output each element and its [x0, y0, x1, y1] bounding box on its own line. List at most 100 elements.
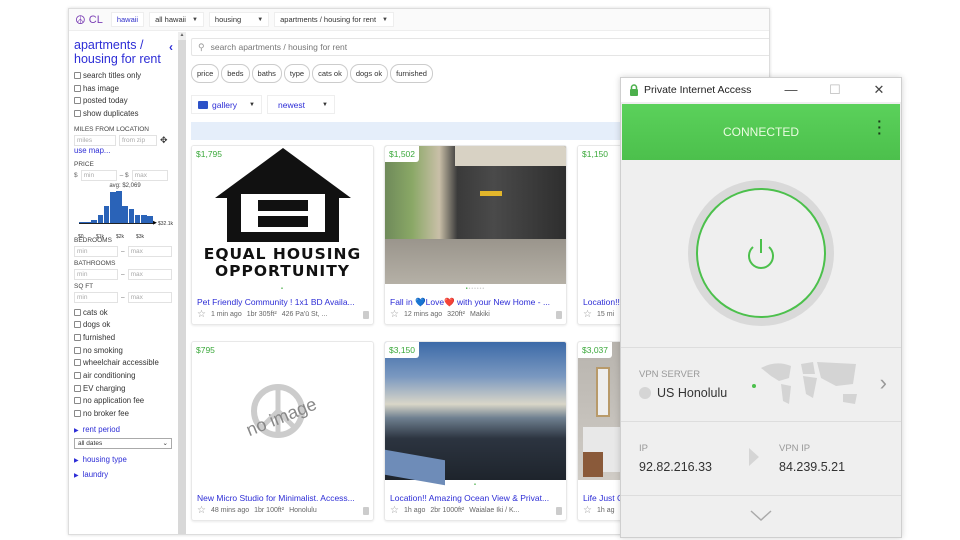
equal-housing-image: EQUAL HOUSING OPPORTUNITY: [192, 146, 373, 284]
breadcrumb-subcategory[interactable]: apartments / housing for rent ▼: [274, 12, 394, 27]
chip-price[interactable]: price: [191, 64, 220, 83]
checkbox[interactable]: [74, 308, 81, 316]
checkbox-wheelchair[interactable]: wheelchair accessible: [74, 357, 172, 370]
star-icon[interactable]: ☆: [390, 505, 399, 516]
caret-down-icon: ▼: [382, 16, 388, 23]
breadcrumb-subarea[interactable]: all hawaii ▼: [149, 12, 204, 27]
sqft-max-input[interactable]: max: [127, 291, 172, 303]
checkbox-ev-charging[interactable]: EV charging: [74, 382, 172, 395]
caret-down-icon: ▼: [249, 101, 255, 108]
star-icon[interactable]: ☆: [583, 505, 592, 516]
chip-type[interactable]: type: [283, 64, 311, 83]
checkbox[interactable]: [74, 410, 81, 418]
sort-dropdown[interactable]: newest ▼: [267, 95, 335, 114]
checkbox-cats-ok[interactable]: cats ok: [74, 306, 172, 319]
checkbox-dogs-ok[interactable]: dogs ok: [74, 318, 172, 331]
breadcrumb-area[interactable]: hawaii: [110, 12, 145, 27]
histogram-max-label: $32.1k: [158, 220, 174, 227]
checkbox-posted-today[interactable]: posted today: [74, 94, 172, 107]
trash-icon[interactable]: [556, 310, 562, 319]
listing-title[interactable]: Pet Friendly Community ! 1x1 BD Availa..…: [197, 297, 369, 307]
chevron-right-icon[interactable]: ›: [880, 370, 887, 396]
sqft-min-input[interactable]: min: [74, 291, 118, 303]
view-mode-dropdown[interactable]: gallery ▼: [191, 95, 262, 114]
image-dots[interactable]: •: [192, 286, 373, 292]
scroll-up-icon[interactable]: ▲: [178, 32, 186, 40]
close-icon[interactable]: ✕: [857, 82, 901, 98]
miles-input[interactable]: miles: [74, 134, 116, 146]
chip-cats-ok[interactable]: cats ok: [312, 64, 348, 83]
listing-title[interactable]: New Micro Studio for Minimalist. Access.…: [197, 493, 369, 503]
price-min-input[interactable]: min: [80, 169, 117, 181]
rent-period-toggle[interactable]: ▶ rent period: [74, 425, 172, 434]
star-icon[interactable]: ☆: [583, 309, 592, 320]
chevron-down-icon: [750, 510, 772, 522]
checkbox-no-smoking[interactable]: no smoking: [74, 344, 172, 357]
listing-title[interactable]: Fall in 💙Love❤️ with your New Home - ...: [390, 297, 562, 308]
star-icon[interactable]: ☆: [197, 505, 206, 516]
trash-icon[interactable]: [556, 506, 562, 515]
bathrooms-min-input[interactable]: min: [74, 268, 118, 280]
craigslist-logo[interactable]: ☮ CL: [75, 13, 103, 27]
price-max-input[interactable]: max: [131, 169, 168, 181]
zip-input[interactable]: from zip: [119, 134, 157, 146]
listing-card[interactable]: no image $795 New Micro Studio for Minim…: [191, 341, 374, 521]
trash-icon[interactable]: [363, 310, 369, 319]
listing-card[interactable]: EQUAL HOUSING OPPORTUNITY $1,795 • Pet F…: [191, 145, 374, 325]
checkbox-has-image[interactable]: has image: [74, 82, 172, 95]
checkbox-search-titles[interactable]: search titles only: [74, 69, 172, 82]
bedrooms-min-input[interactable]: min: [74, 245, 118, 257]
expand-button[interactable]: [621, 496, 901, 536]
caret-down-icon: ▼: [257, 16, 264, 23]
checkbox[interactable]: [74, 71, 81, 79]
star-icon[interactable]: ☆: [197, 309, 206, 320]
checkbox[interactable]: [74, 97, 81, 105]
listing-card[interactable]: $3,150 • Location!! Amazing Ocean View &…: [384, 341, 567, 521]
date-select[interactable]: all dates ⌄: [74, 437, 172, 449]
vpn-server-value-row: US Honolulu: [639, 386, 727, 400]
laundry-toggle[interactable]: ▶ laundry: [74, 470, 172, 479]
bathrooms-max-input[interactable]: max: [127, 268, 172, 280]
arrow-right-icon: ▶: [153, 219, 157, 226]
checkbox-no-application-fee[interactable]: no application fee: [74, 395, 172, 408]
minimize-icon[interactable]: —: [769, 82, 813, 98]
checkbox[interactable]: [74, 321, 81, 329]
checkbox[interactable]: [74, 109, 81, 117]
vpn-server-section[interactable]: VPN SERVER US Honolulu ›: [621, 348, 901, 422]
chip-beds[interactable]: beds: [221, 64, 250, 83]
checkbox[interactable]: [74, 384, 81, 392]
image-dots[interactable]: •••••••: [385, 286, 566, 292]
checkbox-label: EV charging: [83, 383, 126, 393]
star-icon[interactable]: ☆: [390, 309, 399, 320]
chip-dogs-ok[interactable]: dogs ok: [349, 64, 389, 83]
checkbox[interactable]: [74, 372, 81, 380]
chip-baths[interactable]: baths: [251, 64, 282, 83]
checkbox[interactable]: [74, 333, 81, 341]
checkbox[interactable]: [74, 397, 81, 405]
checkbox-show-duplicates[interactable]: show duplicates: [74, 107, 172, 120]
more-vertical-icon[interactable]: · · ·: [877, 114, 882, 140]
trash-icon[interactable]: [363, 506, 369, 515]
breadcrumb-category[interactable]: housing ▼: [208, 12, 270, 27]
listing-card[interactable]: $1,502 ••••••• Fall in 💙Love❤️ with your…: [384, 145, 567, 325]
power-button[interactable]: [696, 188, 826, 318]
checkbox[interactable]: [74, 346, 81, 354]
histogram-axis: [79, 222, 153, 224]
ip-section: IP 92.82.216.33 VPN IP 84.239.5.21: [621, 422, 901, 496]
checkbox[interactable]: [74, 84, 81, 92]
sidebar-scrollbar[interactable]: ▲: [178, 32, 186, 534]
checkbox-no-broker-fee[interactable]: no broker fee: [74, 407, 172, 420]
image-dots[interactable]: •: [385, 482, 566, 488]
checkbox-furnished[interactable]: furnished: [74, 331, 172, 344]
checkbox[interactable]: [74, 359, 81, 367]
listing-title[interactable]: Location!! Amazing Ocean View & Privat..…: [390, 493, 562, 503]
crosshair-icon[interactable]: ✥: [160, 135, 168, 146]
housing-type-toggle[interactable]: ▶ housing type: [74, 455, 172, 464]
search-input[interactable]: ⚲ search apartments / housing for rent: [191, 38, 769, 56]
use-map-link[interactable]: use map...: [74, 146, 172, 155]
checkbox-air-conditioning[interactable]: air conditioning: [74, 369, 172, 382]
chevron-left-icon[interactable]: ‹: [169, 40, 173, 54]
bedrooms-max-input[interactable]: max: [127, 245, 172, 257]
maximize-icon[interactable]: ☐: [813, 82, 857, 98]
chip-furnished[interactable]: furnished: [390, 64, 433, 83]
